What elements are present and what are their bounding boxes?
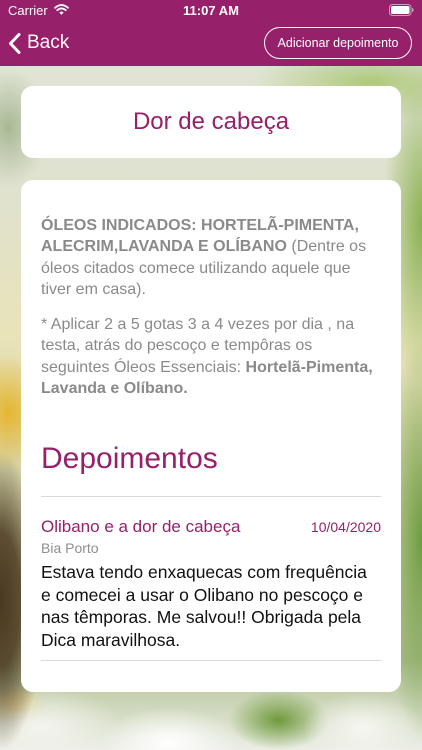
page-title: Dor de cabeça [132, 108, 290, 135]
status-time: 11:07 AM [183, 3, 239, 18]
divider [41, 660, 381, 662]
details-card: ÓLEOS INDICADOS: HORTELÃ-PIMENTA, ALECRI… [21, 180, 401, 692]
application-instructions-paragraph: * Aplicar 2 a 5 gotas 3 a 4 vezes por di… [41, 314, 381, 399]
back-button[interactable]: Back [8, 31, 78, 55]
battery-icon [389, 4, 414, 16]
add-testimonial-button[interactable]: Adicionar depoimento [264, 27, 412, 59]
status-bar: Carrier 11:07 AM [0, 0, 422, 20]
title-card: Dor de cabeça [21, 86, 401, 158]
testimonials-heading: Depoimentos [41, 442, 218, 476]
testimonial-item: Olibano e a dor de cabeça 10/04/2020 Bia… [41, 497, 381, 651]
recommended-oils-paragraph: ÓLEOS INDICADOS: HORTELÃ-PIMENTA, ALECRI… [41, 215, 381, 300]
back-label: Back [27, 32, 70, 53]
chevron-left-icon [9, 32, 21, 54]
testimonial-date: 10/04/2020 [310, 519, 381, 536]
testimonial-text: Estava tendo enxaquecas com frequência e… [41, 562, 367, 650]
navigation-bar: Carrier 11:07 AM Back Adicionar depoimen… [0, 0, 422, 66]
testimonial-title: Olibano e a dor de cabeça [41, 517, 241, 537]
testimonial-author: Bia Porto [41, 540, 99, 557]
testimonial-header: Olibano e a dor de cabeça 10/04/2020 [41, 516, 381, 538]
